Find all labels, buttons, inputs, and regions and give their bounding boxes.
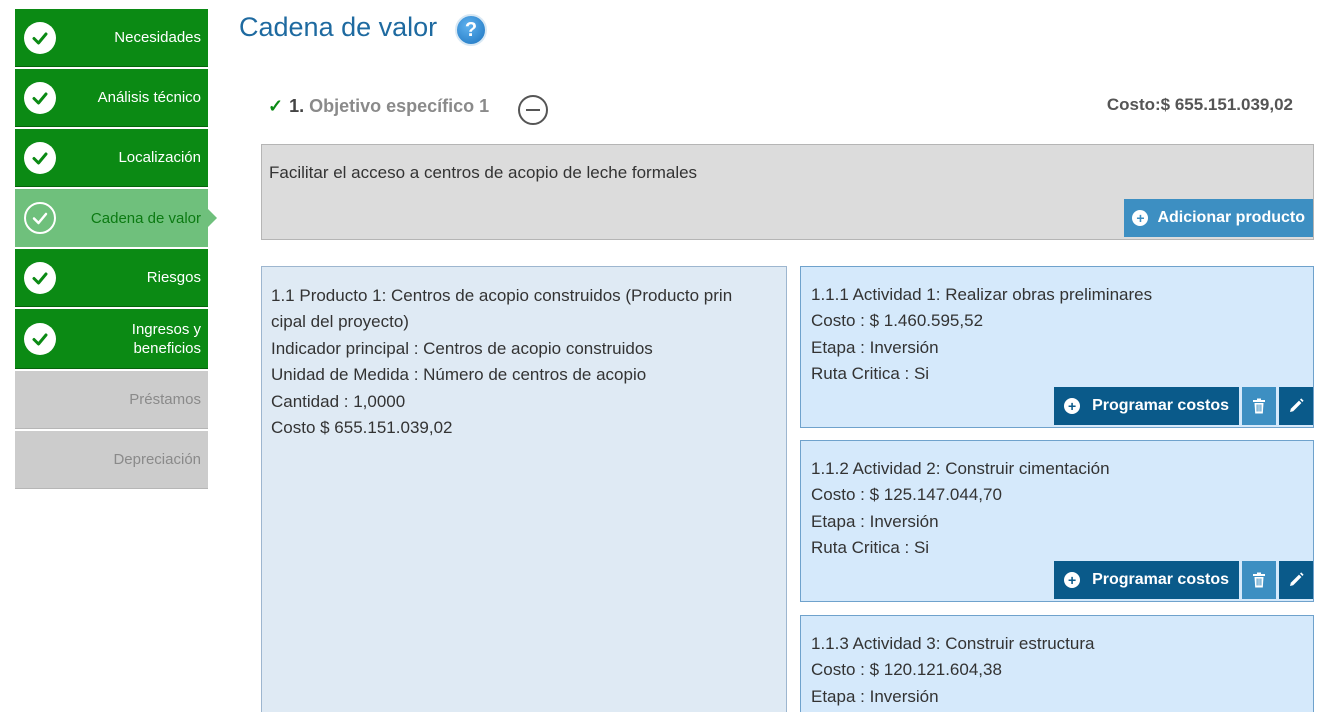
add-product-button[interactable]: + Adicionar producto [1124,199,1313,237]
step-label: Ingresos y beneficios [131,320,201,357]
step-localizacion[interactable]: Localización [15,129,208,187]
minus-circle-icon[interactable] [518,95,548,125]
objective-description: Facilitar el acceso a centros de acopio … [269,163,698,182]
activity-title: 1.1.3 Actividad 3: Construir estructura [811,634,1095,653]
activity-cost: Costo : $ 1.460.595,52 [811,311,984,331]
pencil-icon [1290,572,1304,586]
step-cadena-de-valor[interactable]: Cadena de valor [15,189,208,247]
delete-activity-button[interactable] [1242,561,1276,599]
activity-critical: Ruta Critica : Si [811,364,930,384]
step-riesgos[interactable]: Riesgos [15,249,208,307]
activity-stage: Etapa : Inversión [811,511,939,531]
objective-name: Objetivo específico 1 [309,96,490,116]
pencil-icon [1290,398,1304,412]
activity-title: 1.1.1 Actividad 1: Realizar obras prelim… [811,285,1153,304]
activity-actions: + Programar costos [1054,561,1313,599]
activity-card: 1.1.1 Actividad 1: Realizar obras prelim… [800,266,1314,428]
step-depreciacion: Depreciación [15,431,208,489]
step-analisis-tecnico[interactable]: Análisis técnico [15,69,208,127]
plus-circle-icon: + [1064,398,1081,414]
check-icon [24,21,56,54]
add-product-label: Adicionar producto [1157,209,1305,226]
trash-icon [1253,572,1265,588]
plus-circle-icon: + [1064,572,1081,588]
product-title-line2: cipal del proyecto) [271,312,409,332]
help-icon[interactable]: ? [455,14,487,46]
trash-icon [1253,398,1265,414]
objective-number: 1. [289,96,305,116]
step-label: Riesgos [146,269,201,286]
activity-cost: Costo : $ 125.147.044,70 [811,485,1002,505]
step-label: Análisis técnico [97,89,201,106]
step-label: Localización [118,149,201,166]
objective-cost: Costo:$ 655.151.039,02 [1106,95,1293,114]
wizard-sidebar: Necesidades Análisis técnico Localizació… [15,9,208,491]
product-title-line1: 1.1 Producto 1: Centros de acopio constr… [271,286,733,305]
activity-title: 1.1.2 Actividad 2: Construir cimentación [811,459,1110,478]
check-icon [24,261,56,294]
plus-circle-icon: + [1132,210,1149,226]
step-prestamos: Préstamos [15,371,208,429]
check-icon [24,141,56,174]
check-icon [24,202,56,234]
product-indicator: Indicador principal : Centros de acopio … [271,338,653,358]
schedule-costs-label: Programar costos [1092,396,1229,414]
objective-description-panel: Facilitar el acceso a centros de acopio … [261,144,1314,240]
schedule-costs-label: Programar costos [1092,570,1229,588]
activity-stage: Etapa : Inversión [811,337,939,357]
activity-critical: Ruta Critica : Si [811,538,930,558]
activity-lines: 1.1.2 Actividad 2: Construir cimentación… [811,456,1303,568]
step-label: Depreciación [113,451,201,468]
product-cost: Costo $ 655.151.039,02 [271,418,453,438]
product-card: 1.1 Producto 1: Centros de acopio constr… [261,266,787,712]
check-icon [24,322,56,355]
check-icon [24,81,56,114]
activity-card: 1.1.3 Actividad 3: Construir estructura … [800,615,1314,712]
step-label: Cadena de valor [90,209,201,227]
schedule-costs-button[interactable]: + Programar costos [1054,387,1239,425]
check-icon: ✓ [268,96,284,116]
activity-actions: + Programar costos [1054,387,1313,425]
schedule-costs-button[interactable]: + Programar costos [1054,561,1239,599]
page-title: Cadena de valor [239,12,438,42]
step-label: Necesidades [114,29,201,46]
product-unit: Unidad de Medida : Número de centros de … [271,365,647,385]
step-ingresos-beneficios[interactable]: Ingresos y beneficios [15,309,208,369]
edit-activity-button[interactable] [1279,387,1313,425]
edit-activity-button[interactable] [1279,561,1313,599]
activity-cost: Costo : $ 120.121.604,38 [811,660,1002,680]
delete-activity-button[interactable] [1242,387,1276,425]
activity-card: 1.1.2 Actividad 2: Construir cimentación… [800,440,1314,602]
step-label: Préstamos [129,391,201,408]
product-quantity: Cantidad : 1,0000 [271,391,406,411]
activity-stage: Etapa : Inversión [811,686,939,706]
objective-header: ✓ 1. Objetivo específico 1 [268,96,489,117]
step-necesidades[interactable]: Necesidades [15,9,208,67]
